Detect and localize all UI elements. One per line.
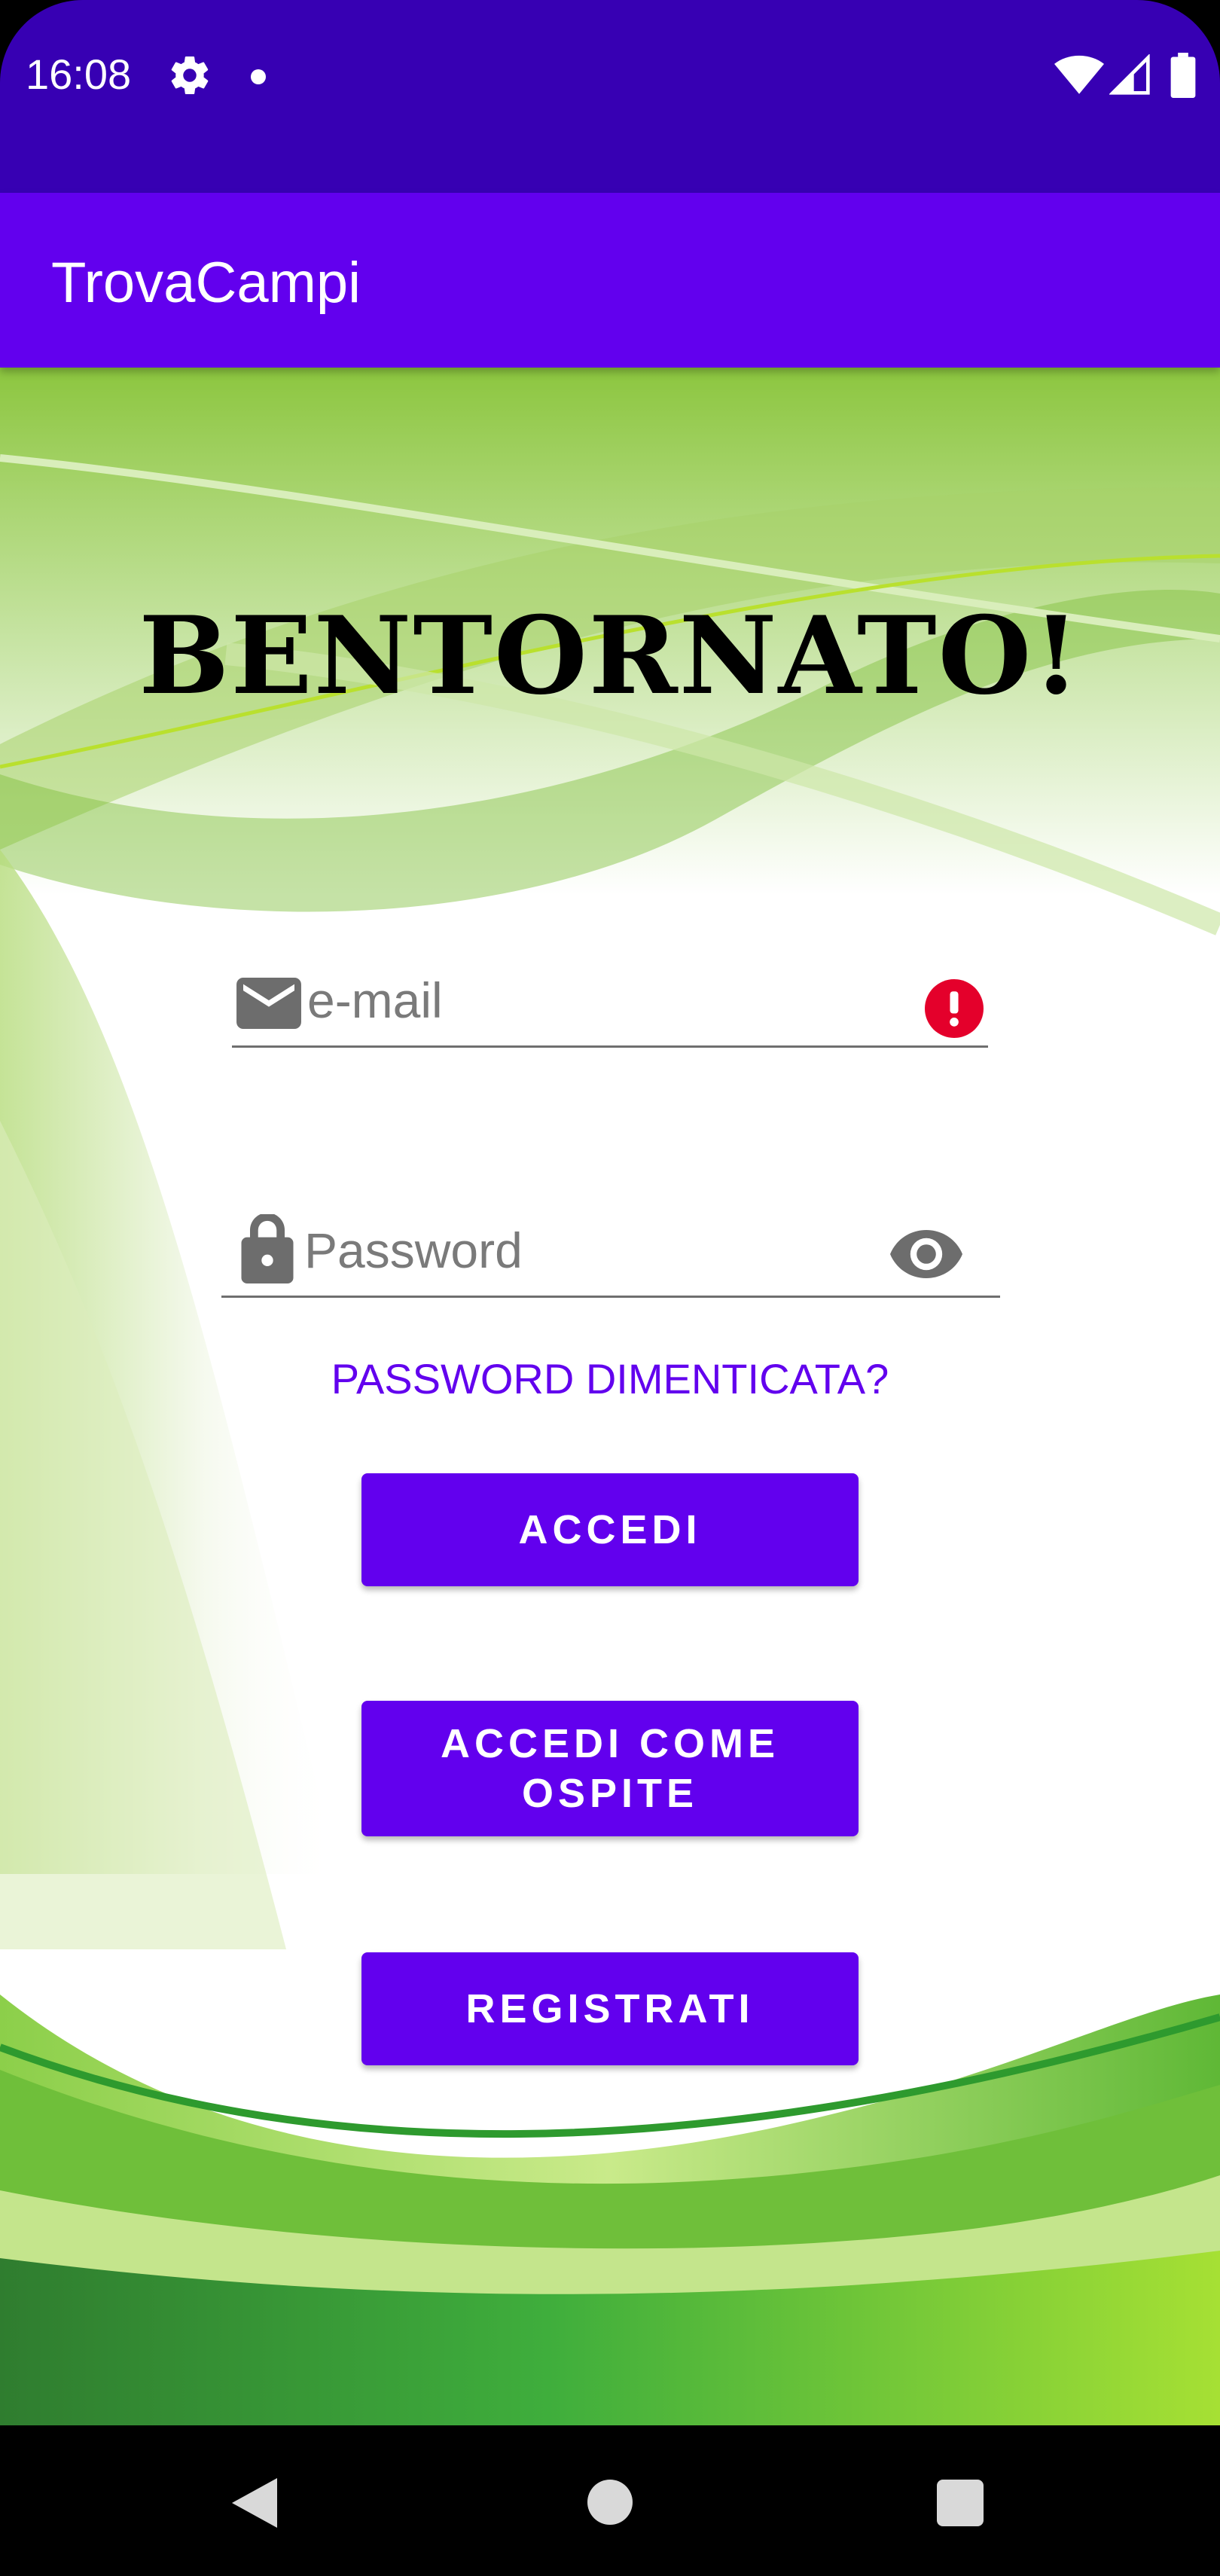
forgot-password-link[interactable]: PASSWORD DIMENTICATA? [0,1354,1220,1403]
status-time: 16:08 [26,50,132,98]
back-icon[interactable] [232,2478,277,2528]
gear-icon [171,56,209,95]
app-bar: TrovaCampi [0,193,1220,368]
phone-screen: 16:08 TrovaCampi BENTORNATO! e-mail PASS… [0,0,1220,2576]
status-bar: 16:08 [0,0,1220,193]
lock-icon [241,1214,294,1283]
guest-login-button[interactable]: ACCEDI COME OSPITE [361,1701,859,1836]
eye-icon[interactable] [890,1229,962,1279]
wifi-icon [1054,55,1104,94]
battery-icon [1170,53,1196,98]
password-field[interactable] [221,1166,1000,1298]
email-input[interactable] [307,970,865,1030]
mail-icon [236,978,301,1029]
notification-dot-icon [251,69,266,84]
email-field[interactable] [232,948,988,1048]
signal-icon [1109,54,1150,95]
password-input[interactable] [304,1220,846,1280]
home-icon[interactable] [587,2480,633,2525]
register-button[interactable]: REGISTRATI [361,1952,859,2065]
login-screen: BENTORNATO! PASSWORD DIMENTICATA? [0,368,1220,2425]
error-icon [925,979,984,1038]
recent-apps-icon[interactable] [937,2480,984,2526]
app-title: TrovaCampi [51,251,361,315]
navigation-bar [0,2425,1220,2576]
welcome-heading: BENTORNATO! [139,594,1081,719]
login-button[interactable]: ACCEDI [361,1473,859,1586]
